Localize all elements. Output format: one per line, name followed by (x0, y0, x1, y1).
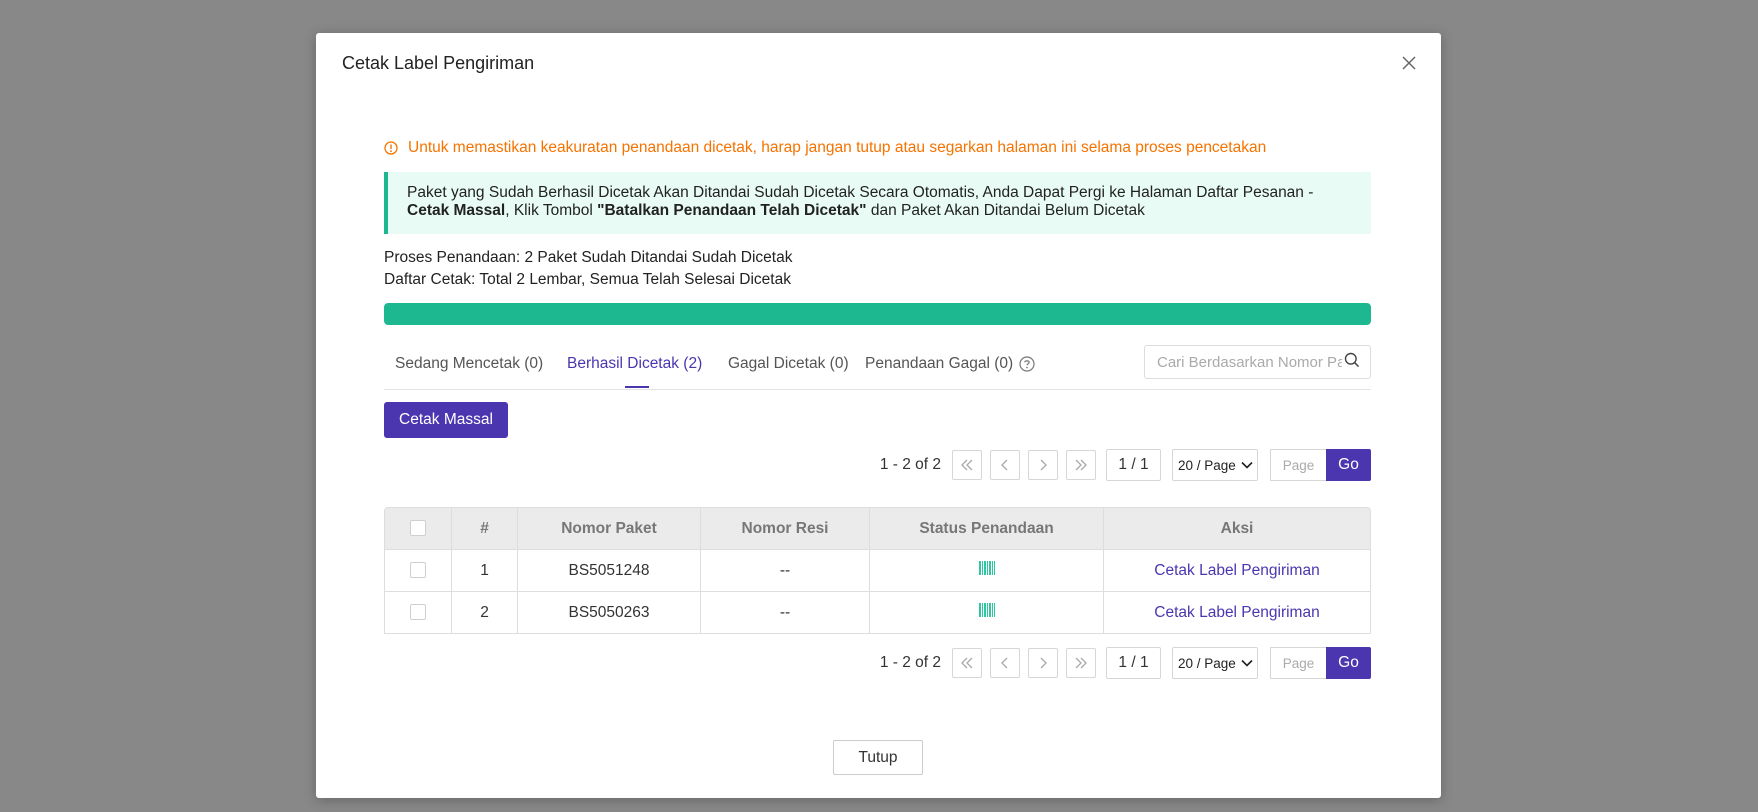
table-header-row: # Nomor Paket Nomor Resi Status Penandaa… (384, 507, 1371, 550)
search-input[interactable] (1155, 352, 1344, 372)
help-icon[interactable] (1019, 356, 1035, 372)
first-page-button[interactable] (952, 648, 982, 678)
prev-page-button[interactable] (990, 450, 1020, 480)
tab-marking-failed-label: Penandaan Gagal (0) (865, 355, 1014, 372)
close-icon[interactable] (1395, 49, 1423, 77)
progress-bar (384, 303, 1371, 325)
info-text-3: dan Paket Akan Ditandai Belum Dicetak (866, 202, 1145, 219)
pagination-range: 1 - 2 of 2 (879, 654, 941, 671)
page-jump-input[interactable] (1270, 449, 1326, 481)
row-package-number: BS5050263 (518, 592, 701, 634)
page-indicator: 1 / 1 (1106, 647, 1161, 679)
pagination-bottom: 1 - 2 of 2 1 / 1 20 / Page Go (880, 647, 1371, 679)
tab-printing[interactable]: Sedang Mencetak (0) (395, 355, 543, 373)
go-button[interactable]: Go (1326, 647, 1371, 679)
info-text-2: , Klik Tombol (505, 202, 598, 219)
header-index: # (452, 507, 518, 550)
header-marking-status: Status Penandaan (870, 507, 1104, 550)
marking-progress-text: Proses Penandaan: 2 Paket Sudah Ditandai… (384, 249, 793, 266)
next-page-button[interactable] (1028, 450, 1058, 480)
last-page-button[interactable] (1066, 450, 1096, 480)
double-chevron-left-icon (961, 657, 973, 669)
row-marking-status (870, 592, 1104, 634)
tab-print-failed[interactable]: Gagal Dicetak (0) (728, 355, 849, 373)
per-page-select[interactable]: 20 / Page (1172, 647, 1258, 679)
page-jump-input[interactable] (1270, 647, 1326, 679)
row-checkbox[interactable] (410, 562, 426, 579)
tab-printed-success[interactable]: Berhasil Dicetak (2) (567, 355, 702, 373)
pagination-range: 1 - 2 of 2 (879, 456, 941, 473)
tab-marking-failed[interactable]: Penandaan Gagal (0) (865, 355, 1035, 373)
double-chevron-left-icon (961, 459, 973, 471)
modal-title: Cetak Label Pengiriman (342, 53, 535, 73)
packages-table: # Nomor Paket Nomor Resi Status Penandaa… (384, 507, 1371, 634)
row-package-number: BS5051248 (518, 550, 701, 592)
header-select-all (384, 507, 452, 550)
last-page-button[interactable] (1066, 648, 1096, 678)
table-row: 1 BS5051248 -- Cetak Label Pengiriman (384, 550, 1371, 592)
warning-text: Untuk memastikan keakuratan penandaan di… (408, 139, 1267, 156)
per-page-value: 20 / Page (1178, 655, 1236, 671)
row-index: 1 (452, 550, 518, 592)
row-index: 2 (452, 592, 518, 634)
per-page-select[interactable]: 20 / Page (1172, 449, 1258, 481)
print-list-text: Daftar Cetak: Total 2 Lembar, Semua Tela… (384, 271, 791, 288)
row-marking-status (870, 550, 1104, 592)
search-box (1144, 345, 1371, 379)
progress-bar-fill (384, 303, 1371, 325)
bulk-print-button[interactable]: Cetak Massal (384, 402, 508, 438)
barcode-printed-icon (978, 561, 995, 575)
prev-page-button[interactable] (990, 648, 1020, 678)
chevron-down-icon (1241, 659, 1253, 667)
print-label-modal: Cetak Label Pengiriman Untuk memastikan … (316, 33, 1441, 798)
chevron-left-icon (1001, 459, 1008, 471)
row-select-cell (384, 550, 452, 592)
warning-message: Untuk memastikan keakuratan penandaan di… (384, 139, 1266, 157)
info-text-1: Paket yang Sudah Berhasil Dicetak Akan D… (407, 184, 1314, 201)
info-box: Paket yang Sudah Berhasil Dicetak Akan D… (384, 172, 1371, 234)
table-row: 2 BS5050263 -- Cetak Label Pengiriman (384, 592, 1371, 634)
per-page-value: 20 / Page (1178, 457, 1236, 473)
info-bold-cancel-mark: "Batalkan Penandaan Telah Dicetak" (597, 202, 867, 219)
header-action: Aksi (1104, 507, 1371, 550)
row-receipt-number: -- (701, 592, 870, 634)
go-button[interactable]: Go (1326, 449, 1371, 481)
info-bold-bulk-print: Cetak Massal (407, 202, 506, 219)
warning-circle-icon (384, 141, 398, 155)
active-tab-indicator (625, 386, 649, 388)
search-icon[interactable] (1344, 352, 1360, 373)
row-select-cell (384, 592, 452, 634)
chevron-right-icon (1040, 459, 1047, 471)
row-action-cell: Cetak Label Pengiriman (1104, 550, 1371, 592)
first-page-button[interactable] (952, 450, 982, 480)
close-button[interactable]: Tutup (833, 740, 923, 775)
barcode-printed-icon (978, 603, 995, 617)
pagination-top: 1 - 2 of 2 1 / 1 20 / Page Go (880, 449, 1371, 481)
print-label-link[interactable]: Cetak Label Pengiriman (1154, 562, 1319, 579)
double-chevron-right-icon (1075, 657, 1087, 669)
next-page-button[interactable] (1028, 648, 1058, 678)
header-receipt-number: Nomor Resi (701, 507, 870, 550)
print-label-link[interactable]: Cetak Label Pengiriman (1154, 604, 1319, 621)
page-indicator: 1 / 1 (1106, 449, 1161, 481)
row-action-cell: Cetak Label Pengiriman (1104, 592, 1371, 634)
row-receipt-number: -- (701, 550, 870, 592)
select-all-checkbox[interactable] (410, 520, 426, 537)
double-chevron-right-icon (1075, 459, 1087, 471)
chevron-right-icon (1040, 657, 1047, 669)
chevron-down-icon (1241, 461, 1253, 469)
chevron-left-icon (1001, 657, 1008, 669)
row-checkbox[interactable] (410, 604, 426, 621)
header-package-number: Nomor Paket (518, 507, 701, 550)
